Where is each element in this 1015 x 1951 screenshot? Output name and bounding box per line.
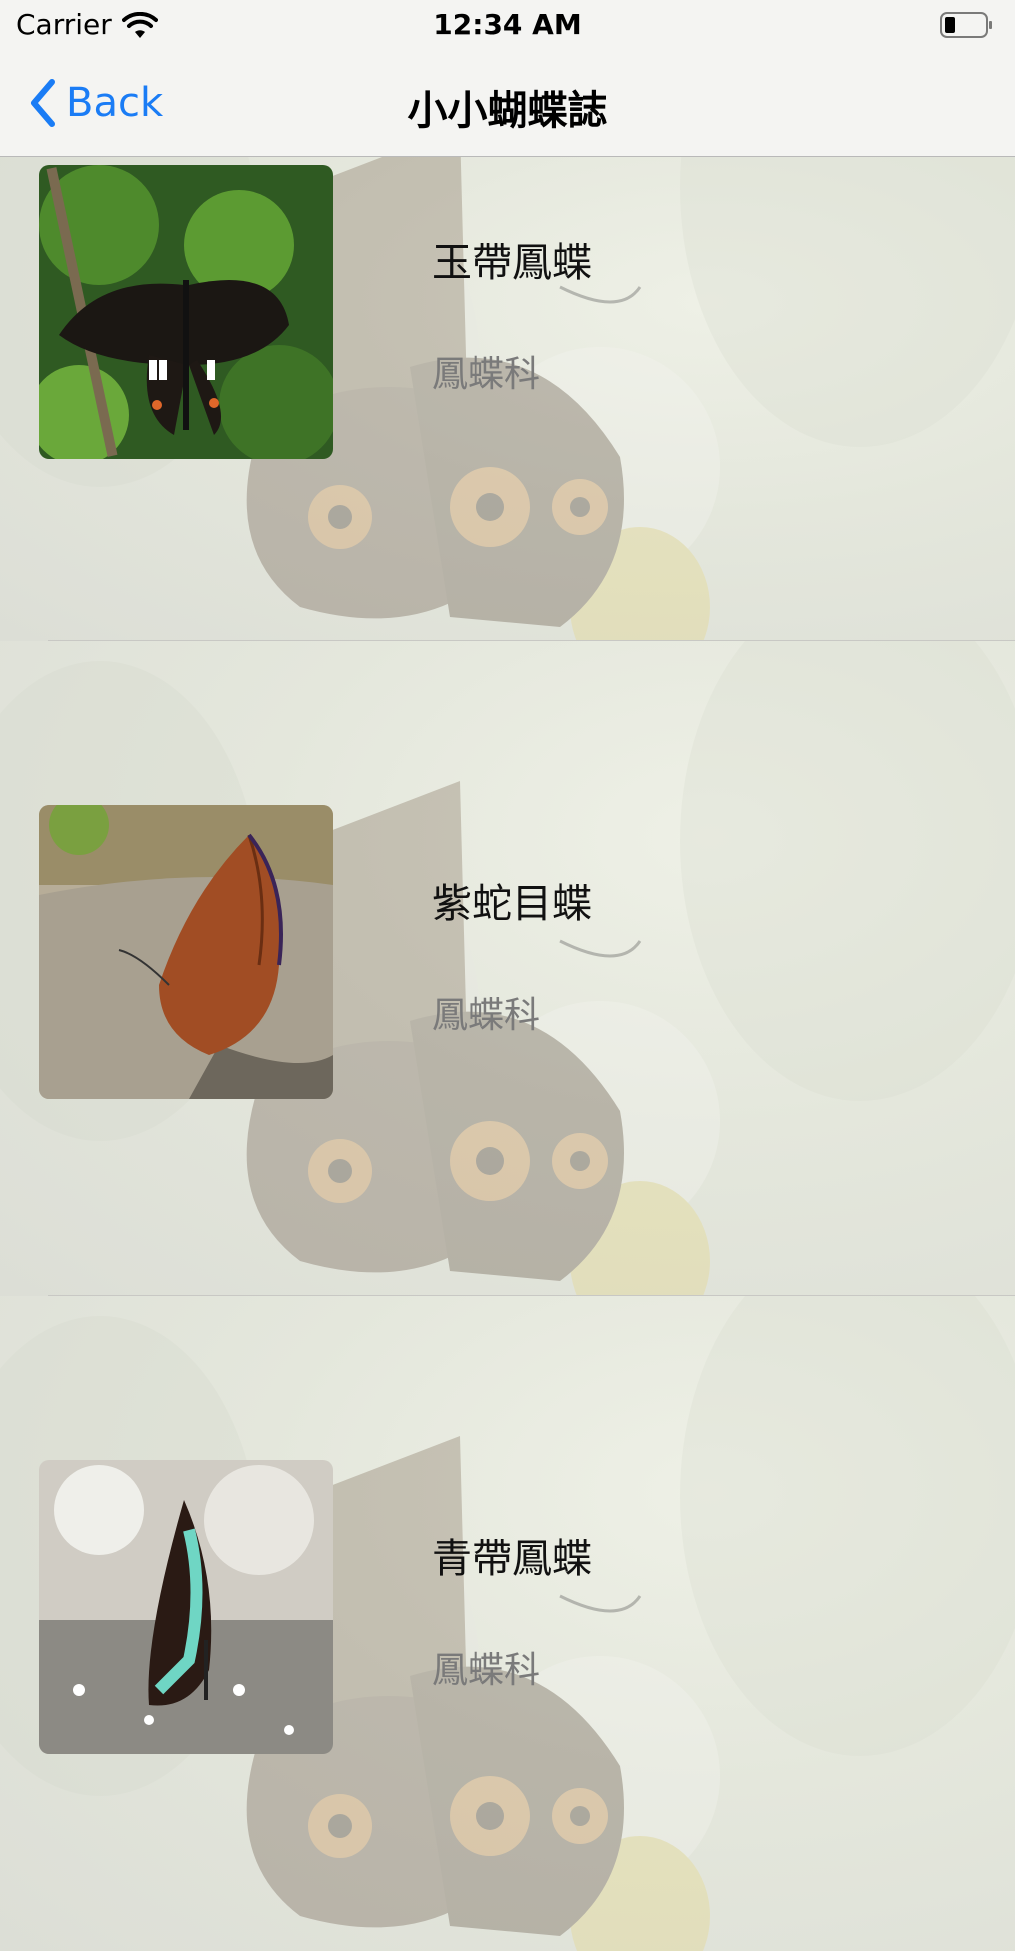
- list-item[interactable]: 紫蛇目蝶 鳳蝶科: [0, 641, 1015, 1296]
- navigation-bar: Back 小小蝴蝶誌: [0, 50, 1015, 157]
- page-title: 小小蝴蝶誌: [407, 88, 608, 134]
- status-bar: Carrier 12:34 AM: [0, 0, 1015, 50]
- list-item[interactable]: 青帶鳳蝶 鳳蝶科: [0, 1296, 1015, 1951]
- butterfly-family: 鳳蝶科: [432, 1650, 541, 1691]
- butterfly-thumbnail: [39, 1460, 333, 1754]
- battery-icon: [940, 12, 992, 38]
- butterfly-name: 玉帶鳳蝶: [432, 240, 592, 286]
- butterfly-name: 青帶鳳蝶: [432, 1536, 592, 1582]
- butterfly-list: 玉帶鳳蝶 鳳蝶科 紫蛇目蝶 鳳蝶科 青帶鳳蝶 鳳蝶科: [0, 157, 1015, 1951]
- butterfly-family: 鳳蝶科: [432, 995, 541, 1036]
- butterfly-name: 紫蛇目蝶: [432, 881, 592, 927]
- status-time: 12:34 AM: [433, 8, 582, 41]
- butterfly-thumbnail: [39, 805, 333, 1099]
- butterfly-family: 鳳蝶科: [432, 354, 541, 395]
- butterfly-thumbnail: [39, 165, 333, 459]
- list-item[interactable]: 玉帶鳳蝶 鳳蝶科: [0, 157, 1015, 641]
